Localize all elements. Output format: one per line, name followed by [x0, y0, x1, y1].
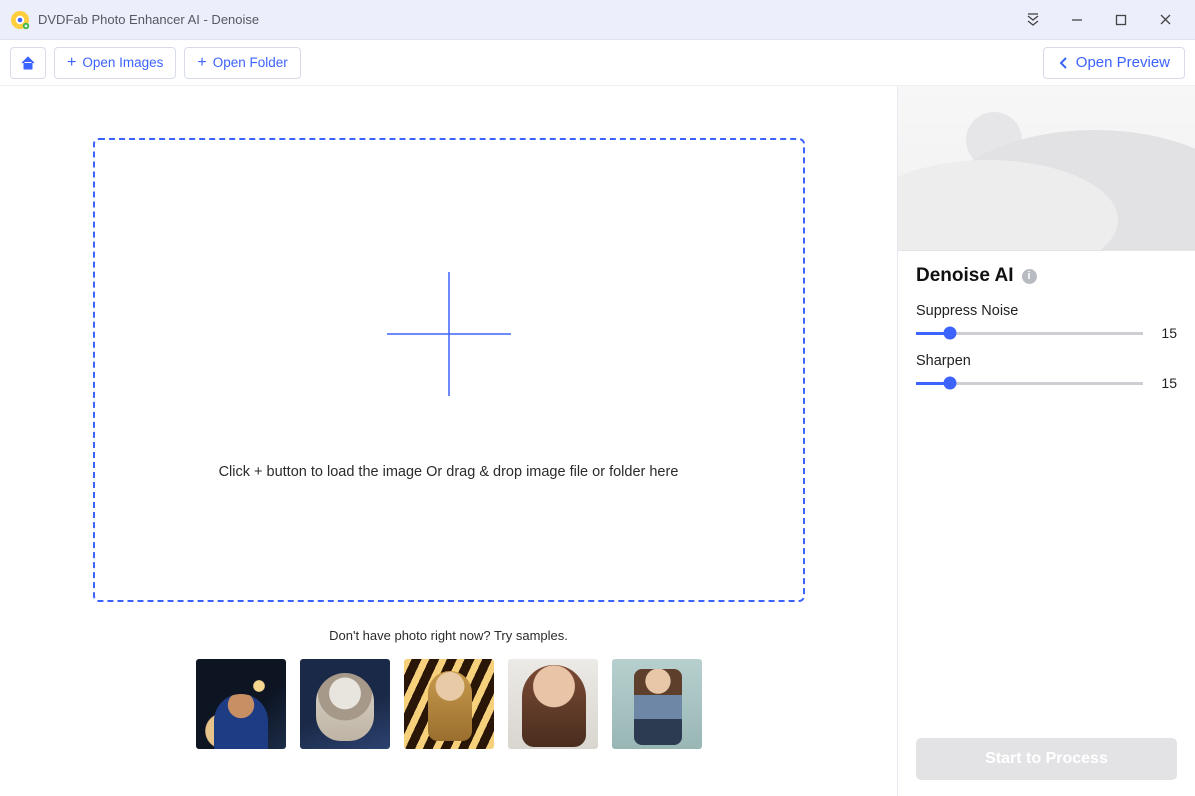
slider-label: Suppress Noise: [916, 303, 1177, 319]
open-preview-button[interactable]: Open Preview: [1043, 47, 1185, 79]
app-logo-icon: [10, 10, 30, 30]
side-panel: Denoise AI i Suppress Noise 15 Sharpen: [898, 86, 1195, 796]
open-images-label: Open Images: [82, 55, 163, 70]
open-folder-label: Open Folder: [213, 55, 288, 70]
suppress-noise-slider[interactable]: [916, 332, 1143, 335]
app-title: DVDFab Photo Enhancer AI - Denoise: [38, 12, 1011, 27]
samples-caption: Don't have photo right now? Try samples.: [329, 628, 568, 643]
open-images-button[interactable]: + Open Images: [54, 47, 176, 79]
main-column: Click + button to load the image Or drag…: [0, 86, 898, 796]
suppress-noise-value: 15: [1153, 325, 1177, 341]
start-process-label: Start to Process: [985, 750, 1108, 768]
side-preview-placeholder: [898, 86, 1195, 251]
toolbar: + Open Images + Open Folder Open Preview: [0, 40, 1195, 86]
info-icon[interactable]: i: [1022, 269, 1037, 284]
start-process-button[interactable]: Start to Process: [916, 738, 1177, 780]
sample-thumbnail-3[interactable]: [404, 659, 494, 749]
sample-thumbnail-2[interactable]: [300, 659, 390, 749]
chevron-left-icon: [1058, 56, 1068, 70]
sharpen-slider[interactable]: [916, 382, 1143, 385]
sample-thumbnail-5[interactable]: [612, 659, 702, 749]
close-button[interactable]: [1143, 0, 1187, 40]
open-preview-label: Open Preview: [1076, 54, 1170, 71]
plus-icon: +: [67, 55, 76, 71]
minimize-button[interactable]: [1055, 0, 1099, 40]
titlebar: DVDFab Photo Enhancer AI - Denoise: [0, 0, 1195, 40]
dropzone-plus-icon: [385, 270, 513, 403]
plus-icon: +: [197, 55, 206, 71]
home-button[interactable]: [10, 47, 46, 79]
slider-sharpen: Sharpen 15: [916, 353, 1177, 391]
open-folder-button[interactable]: + Open Folder: [184, 47, 300, 79]
slider-label: Sharpen: [916, 353, 1177, 369]
sample-thumbnail-1[interactable]: [196, 659, 286, 749]
titlebar-menu-button[interactable]: [1011, 0, 1055, 40]
panel-title: Denoise AI: [916, 265, 1014, 287]
image-dropzone[interactable]: Click + button to load the image Or drag…: [93, 138, 805, 602]
maximize-button[interactable]: [1099, 0, 1143, 40]
sample-thumbnail-4[interactable]: [508, 659, 598, 749]
dropzone-hint: Click + button to load the image Or drag…: [219, 464, 679, 480]
samples-row: [196, 659, 702, 749]
slider-suppress-noise: Suppress Noise 15: [916, 303, 1177, 341]
home-icon: [20, 55, 36, 71]
sharpen-value: 15: [1153, 375, 1177, 391]
